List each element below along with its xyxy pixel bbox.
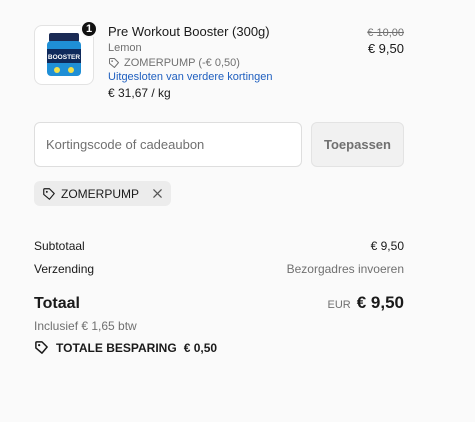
exclusion-notice: Uitgesloten van verdere kortingen xyxy=(108,71,273,83)
subtotal-label: Subtotaal xyxy=(34,239,85,253)
line-discount: ZOMERPUMP (-€ 0,50) xyxy=(108,56,328,70)
shipping-label: Verzending xyxy=(34,262,95,276)
remove-code-button[interactable] xyxy=(152,188,163,199)
tax-note: Inclusief € 1,65 btw xyxy=(34,319,137,333)
product-info: Pre Workout Booster (300g) Lemon ZOMERPU… xyxy=(108,23,328,101)
total-label: Totaal xyxy=(34,295,80,312)
currency-code: EUR xyxy=(327,299,351,311)
discount-code-row: Toepassen xyxy=(34,122,404,167)
shipping-value: Bezorgadres invoeren xyxy=(286,262,404,276)
subtotal-value: € 9,50 xyxy=(370,239,404,253)
savings-label: TOTALE BESPARING xyxy=(56,340,177,355)
savings-value: € 0,50 xyxy=(183,340,218,355)
original-price: € 10,00 xyxy=(367,27,404,39)
total-value: € 9,50 xyxy=(356,293,404,312)
line-prices: € 10,00 € 9,50 xyxy=(367,26,404,58)
shipping-row: Verzending Bezorgadres invoeren xyxy=(34,262,404,276)
product-name: Pre Workout Booster (300g) xyxy=(108,24,270,39)
close-icon[interactable] xyxy=(152,188,163,199)
subtotal-row: Subtotaal € 9,50 xyxy=(34,239,404,253)
product-variant: Lemon xyxy=(108,42,142,54)
total-row: Totaal EUR € 9,50 xyxy=(34,293,404,313)
apply-button[interactable]: Toepassen xyxy=(311,122,404,167)
tag-icon xyxy=(35,341,48,354)
total-amount: EUR € 9,50 xyxy=(328,293,405,313)
tag-icon xyxy=(109,58,119,68)
applied-code-label: ZOMERPUMP xyxy=(61,186,139,201)
discount-code-input[interactable] xyxy=(34,122,302,167)
svg-text:BOOSTER: BOOSTER xyxy=(48,54,80,61)
unit-price: € 31,67 / kg xyxy=(108,86,171,100)
tag-icon xyxy=(43,187,55,200)
total-savings: TOTALE BESPARING € 0,50 xyxy=(34,340,217,355)
applied-code-chip: ZOMERPUMP xyxy=(34,181,171,206)
quantity-badge: 1 xyxy=(80,20,98,38)
product-jar-icon: BOOSTER xyxy=(47,33,81,76)
discounted-price: € 9,50 xyxy=(367,41,404,56)
cart-line-item: BOOSTER 1 Pre Workout Booster (300g) Lem… xyxy=(34,20,404,103)
line-discount-label: ZOMERPUMP (-€ 0,50) xyxy=(124,57,240,69)
